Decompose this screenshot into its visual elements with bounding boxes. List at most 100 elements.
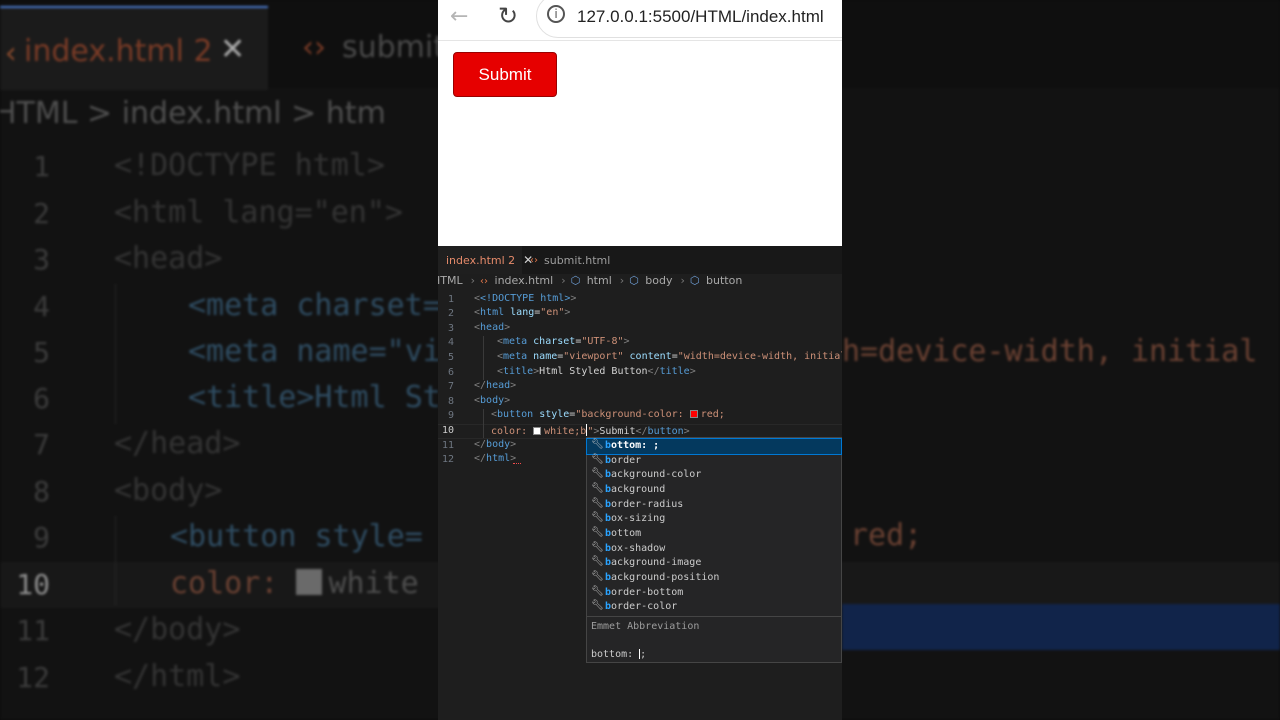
line-number: 7 <box>447 381 454 392</box>
breadcrumb-item[interactable]: body <box>645 274 672 287</box>
bg-tab2-label: submit <box>342 30 446 65</box>
suggest-detail-title: Emmet Abbreviation <box>591 621 700 632</box>
suggestion-item[interactable]: 🔧︎ border-radius <box>587 498 841 513</box>
suggestion-item[interactable]: 🔧︎ bottom: ; <box>586 438 842 455</box>
bg-html-icon: ‹ <box>2 36 21 71</box>
bg-tab-submit: ‹› submit <box>302 30 445 65</box>
breadcrumb-item[interactable]: HTML <box>438 274 463 287</box>
bg-code-line: color: white <box>170 566 419 612</box>
wrench-icon: 🔧︎ <box>591 483 604 494</box>
code-line-current: color: white;b">Submit</button> <box>491 424 690 437</box>
suggestion-item[interactable]: 🔧︎ box-sizing <box>587 512 841 527</box>
css-property: color: <box>491 426 534 437</box>
suggestion-item[interactable]: 🔧︎ border-bottom <box>587 586 841 601</box>
attr-name: name <box>533 351 558 362</box>
element-cube-icon: ⬡ <box>629 274 639 287</box>
bg-code-line: <body> <box>114 473 223 508</box>
bg-code-line: <title>Html St <box>188 380 441 415</box>
tab-submit-html[interactable]: ‹› submit.html <box>530 246 610 274</box>
wrench-icon: 🔧︎ <box>591 527 604 538</box>
suggestion-item[interactable]: 🔧︎ background-image <box>587 556 841 571</box>
chevron-right-icon: › <box>619 274 625 287</box>
suggestion-item[interactable]: 🔧︎ background-color <box>587 468 841 483</box>
title-text: Html Styled Button <box>539 366 648 377</box>
indent-guide <box>483 409 484 438</box>
bg-code-line: </body> <box>114 612 241 647</box>
code-line: <head> <box>474 322 511 333</box>
back-arrow-icon[interactable]: ← <box>450 4 468 29</box>
bg-code-line: <meta name="vi <box>188 334 441 369</box>
bg-indent-guide <box>115 516 116 606</box>
doctype-text: <!DOCTYPE html> <box>480 293 571 304</box>
wrench-icon: 🔧︎ <box>591 556 604 567</box>
code-line: </body> <box>474 439 517 450</box>
suggestion-item[interactable]: 🔧︎ background <box>587 483 841 498</box>
breadcrumb-item[interactable]: button <box>706 274 742 287</box>
suggestion-item[interactable]: 🔧︎ background-position <box>587 571 841 586</box>
bg-code-icon: ‹› <box>302 30 326 65</box>
tab-index-html[interactable]: index.html 2 ✕ <box>438 246 533 274</box>
breadcrumb-item[interactable]: index.html <box>495 274 554 287</box>
bg-line-number: 2 <box>33 197 50 230</box>
reload-icon[interactable]: ↻ <box>498 2 518 30</box>
wrench-icon: 🔧︎ <box>591 439 604 450</box>
attr-value: "viewport" <box>563 351 624 362</box>
code-line: <title>Html Styled Button</title> <box>497 366 696 377</box>
attr-value: "width=device-width, initial <box>677 351 842 362</box>
suggestion-item[interactable]: 🔧︎ border <box>587 454 841 469</box>
bg-code-line: <html lang="en"> <box>114 195 403 230</box>
bg-color-swatch <box>296 569 323 595</box>
error-squiggle <box>513 460 521 464</box>
address-bar[interactable]: i 127.0.0.1:5500/HTML/index.html <box>536 0 842 38</box>
attr-value: red; <box>700 409 725 420</box>
css-value-typing: white;b <box>544 426 587 437</box>
line-number: 2 <box>447 308 454 319</box>
breadcrumb-item[interactable]: html <box>587 274 612 287</box>
tag-name: title <box>503 366 534 377</box>
tag-name: button <box>497 409 534 420</box>
tag-name: body <box>480 395 505 406</box>
tag-name: head <box>480 322 505 333</box>
tab-label: submit.html <box>544 253 611 267</box>
code-line: <html lang="en"> <box>474 307 571 318</box>
bg-code-line: <button style= <box>170 519 423 554</box>
tag-name: meta <box>503 351 528 362</box>
code-line: </head> <box>474 380 517 391</box>
bg-line-number: 1 <box>33 150 50 183</box>
bg-close-icon: ✕ <box>220 32 246 67</box>
suggestion-item[interactable]: 🔧︎ bottom <box>587 527 841 542</box>
bg-line-number: 5 <box>33 336 50 369</box>
line-number: 8 <box>447 396 454 407</box>
color-swatch-red[interactable] <box>689 410 698 418</box>
suggestion-item[interactable]: 🔧︎ box-shadow <box>587 542 841 557</box>
bg-code-line: </html> <box>114 659 241 694</box>
suggest-widget[interactable]: 🔧︎ bottom: ; 🔧︎ border 🔧︎ background-color … <box>586 437 842 663</box>
tag-name: meta <box>503 336 528 347</box>
wrench-icon: 🔧︎ <box>591 512 604 523</box>
bg-line-number: 3 <box>33 243 50 276</box>
suggestion-item[interactable]: 🔧︎ border-color <box>587 600 841 615</box>
bg-code-line: <head> <box>114 241 223 276</box>
line-number: 6 <box>447 367 454 378</box>
bg-code-line: <!DOCTYPE html> <box>114 148 385 183</box>
color-swatch-white[interactable] <box>533 427 542 435</box>
bg-color-val: white <box>328 566 419 601</box>
line-number: 3 <box>447 323 454 334</box>
code-line: <meta charset="UTF-8"> <box>497 336 630 347</box>
bg-line-number: 7 <box>33 428 50 461</box>
bg-line-number: 10 <box>16 568 50 601</box>
bg-tab-label: index.html 2 <box>24 34 213 69</box>
submit-button[interactable]: Submit <box>453 52 557 97</box>
suggest-details: Emmet Abbreviation bottom: ; <box>587 616 841 662</box>
tag-name: button <box>647 426 684 437</box>
bg-suggest-edge <box>842 604 1280 650</box>
site-info-icon[interactable]: i <box>547 5 565 23</box>
bg-indent-guide <box>115 284 116 424</box>
line-number: 4 <box>447 337 454 348</box>
line-number: 12 <box>441 454 454 465</box>
tag-name: html <box>480 307 505 318</box>
attr-name: lang <box>510 307 535 318</box>
browser-window: ← ↻ i 127.0.0.1:5500/HTML/index.html Sub… <box>438 0 842 246</box>
browser-toolbar: ← ↻ i 127.0.0.1:5500/HTML/index.html <box>438 0 842 41</box>
editor-tab-bar: index.html 2 ✕ ‹› submit.html <box>438 246 842 274</box>
